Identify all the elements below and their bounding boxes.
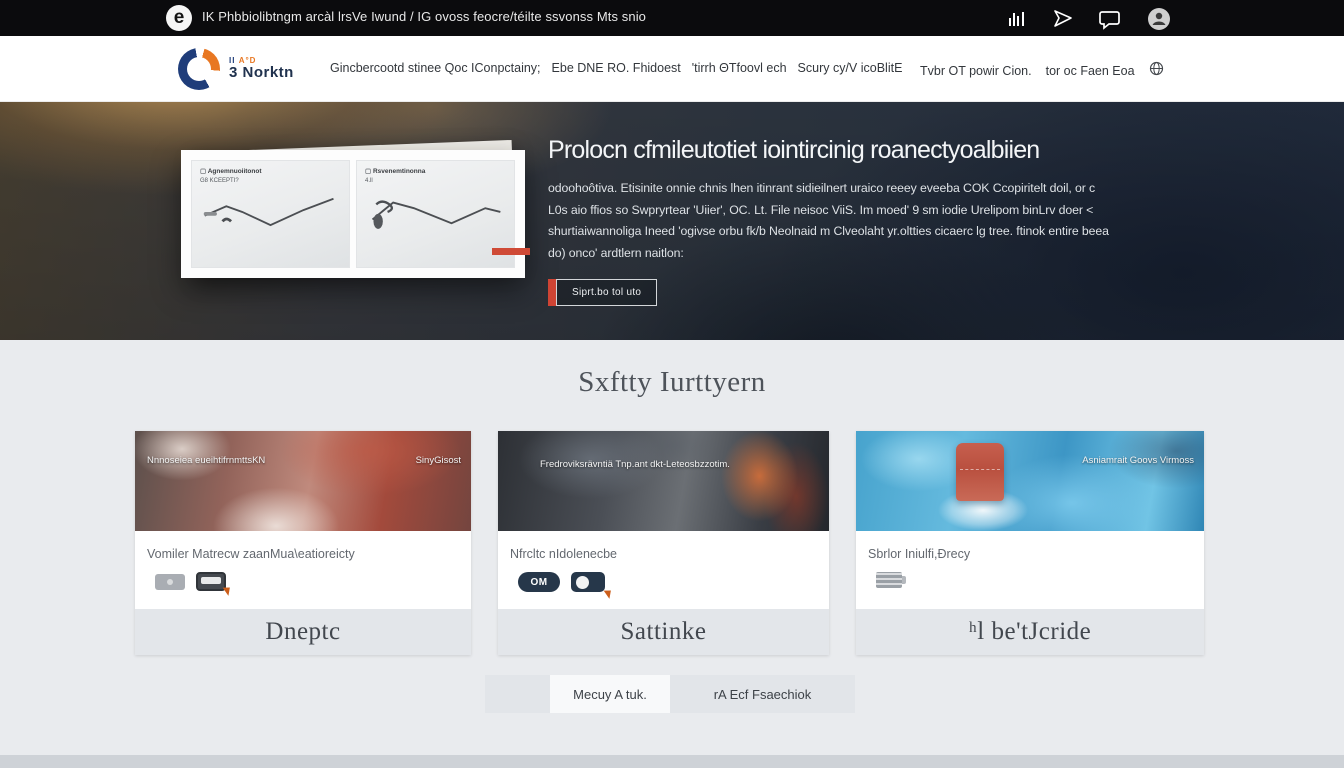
card-1-image: Nnnoseiea eueihtifrnmttsKN SinyGisost xyxy=(135,431,471,531)
hero-panel-1-title: Agnemnuoiitonot xyxy=(200,167,341,175)
card-1-body: Vomiler Matrecw zaanMua\eatioreicty xyxy=(135,531,471,609)
card-1-overlay-right: SinyGisost xyxy=(416,455,461,466)
hero-panel-1: Agnemnuoiitonot G8 KCEEPTI? xyxy=(191,160,350,268)
logo-c-mark-icon xyxy=(178,48,220,90)
hero-panel-1-sketch xyxy=(200,192,341,230)
orange-cursor-icon xyxy=(604,587,615,599)
main-nav: II A°D 3 Norktn Gincbercootd stinee Qoc … xyxy=(0,36,1344,102)
nav-item-2[interactable]: 'tirrh ΘTfoovl ech xyxy=(692,61,787,75)
hero-cta-button[interactable]: Siprt.bo tol uto xyxy=(548,279,657,306)
hero-line-2: L0s aio ffios so Swpryrtear 'Uiier', OC.… xyxy=(548,200,1109,222)
card-3-image: Asniamrait Goovs Virmoss xyxy=(856,431,1204,531)
section-title: Sxftty Iurttyern xyxy=(0,340,1344,399)
card-1-footer-label: Dneptc xyxy=(265,618,340,646)
card-2-badges: OM xyxy=(518,572,817,592)
logo-line2: 3 Norktn xyxy=(229,65,294,81)
card-row: Nnnoseiea eueihtifrnmttsKN SinyGisost Vo… xyxy=(135,431,1204,655)
card-3-footer: ʰl be'tJcride xyxy=(856,609,1204,655)
hero-title: Prolocn cfmileutotiet iointircinig roane… xyxy=(548,136,1039,165)
nav-links: Gincbercootd stinee Qoc IConpctainy; Ebe… xyxy=(330,61,902,75)
tab-secondary[interactable]: rA Ecf Fsaechiok xyxy=(670,675,855,713)
card-3-title: Sbrlor Iniulfi,Ðrecy xyxy=(868,547,1192,561)
card-2-title: Nfrcltc nIdolenecbe xyxy=(510,547,817,561)
hero-red-accent xyxy=(492,248,530,255)
cta-red-accent xyxy=(548,279,556,306)
gray-button-icon xyxy=(155,574,185,590)
card-2[interactable]: Fredroviksrävntiä Tnp.ant dkt-Leteosbzzo… xyxy=(498,431,829,655)
cta-label: Siprt.bo tol uto xyxy=(556,279,657,306)
hero-panel-2-sub: 4.ll xyxy=(365,178,506,184)
site-logo[interactable]: II A°D 3 Norktn xyxy=(178,48,294,90)
globe-search-icon[interactable] xyxy=(1149,61,1164,81)
hero-panel-2-sketch xyxy=(365,192,506,230)
card-1-overlay-left: Nnnoseiea eueihtifrnmttsKN xyxy=(147,455,265,466)
red-cap-object xyxy=(956,443,1004,501)
card-2-overlay: Fredroviksrävntiä Tnp.ant dkt-Leteosbzzo… xyxy=(540,459,730,470)
tab-spacer xyxy=(485,675,550,713)
card-2-footer-label: Sattinke xyxy=(621,618,707,646)
hero-panel-2-title: Rsvenemtinonna xyxy=(365,167,506,175)
striped-machine-icon xyxy=(876,572,902,588)
hero-product-card: Agnemnuoiitonot G8 KCEEPTI? Rsvenemtinon… xyxy=(181,150,525,278)
card-1-title: Vomiler Matrecw zaanMua\eatioreicty xyxy=(147,547,459,561)
hero-line-3: shurtiaiwannoliga Ineed 'ogivse orbu fk/… xyxy=(548,221,1109,243)
account-globe-icon[interactable] xyxy=(1146,6,1172,32)
card-2-body: Nfrcltc nIdolenecbe OM xyxy=(498,531,829,609)
topbar-brand-text: IK Phbbiolibtngm arcàl lrsVe Iwund / IG … xyxy=(202,9,646,24)
safety-section: Sxftty Iurttyern Nnnoseiea eueihtifrnmtt… xyxy=(0,340,1344,768)
hero-banner: Agnemnuoiitonot G8 KCEEPTI? Rsvenemtinon… xyxy=(0,102,1344,340)
nav-item-3[interactable]: Scury cy/V icoBlitE xyxy=(798,61,903,75)
hero-panel-1-sub: G8 KCEEPTI? xyxy=(200,178,341,184)
card-3-footer-label: ʰl be'tJcride xyxy=(969,618,1091,646)
card-3-badges xyxy=(876,572,1192,588)
om-pill-icon: OM xyxy=(518,572,560,592)
nav-right-item-0[interactable]: Tvbr OT powir Cion. xyxy=(920,64,1032,78)
card-1[interactable]: Nnnoseiea eueihtifrnmttsKN SinyGisost Vo… xyxy=(135,431,471,655)
signal-chart-icon[interactable] xyxy=(1006,8,1028,30)
topbar: e IK Phbbiolibtngm arcàl lrsVe Iwund / I… xyxy=(0,0,1344,36)
nav-right-item-1[interactable]: tor oc Faen Eoa xyxy=(1046,64,1135,78)
card-3[interactable]: Asniamrait Goovs Virmoss Sbrlor Iniulfi,… xyxy=(856,431,1204,655)
card-2-image: Fredroviksrävntiä Tnp.ant dkt-Leteosbzzo… xyxy=(498,431,829,531)
tab-active[interactable]: Mecuy A tuk. xyxy=(550,675,670,713)
chat-icon[interactable] xyxy=(1098,8,1122,30)
nav-item-1[interactable]: Ebe DNE RO. Fhidoest xyxy=(552,61,681,75)
card-1-badges xyxy=(155,572,459,591)
send-icon[interactable] xyxy=(1052,8,1074,30)
hero-line-1: odoohoôtiva. Etisinite onnie chnis lhen … xyxy=(548,178,1109,200)
orange-cursor-icon xyxy=(223,584,234,596)
card-2-footer: Sattinke xyxy=(498,609,829,655)
topbar-logo-icon[interactable]: e xyxy=(166,5,192,31)
topbar-icon-group xyxy=(1006,6,1172,32)
nav-item-0[interactable]: Gincbercootd stinee Qoc IConpctainy; xyxy=(330,61,541,75)
navy-camera-icon xyxy=(571,572,605,592)
bottom-tabs: Mecuy A tuk. rA Ecf Fsaechiok xyxy=(485,675,855,713)
dark-screen-icon xyxy=(196,572,226,591)
nav-right-links: Tvbr OT powir Cion. tor oc Faen Eoa xyxy=(920,61,1164,81)
hero-description: odoohoôtiva. Etisinite onnie chnis lhen … xyxy=(548,178,1109,264)
footer-strip xyxy=(0,755,1344,768)
card-3-overlay-right: Asniamrait Goovs Virmoss xyxy=(1082,455,1194,466)
card-3-body: Sbrlor Iniulfi,Ðrecy xyxy=(856,531,1204,609)
hero-line-4: do) onco' ardtlern naitlon: xyxy=(548,243,1109,265)
card-1-footer: Dneptc xyxy=(135,609,471,655)
logo-text: II A°D 3 Norktn xyxy=(229,57,294,81)
